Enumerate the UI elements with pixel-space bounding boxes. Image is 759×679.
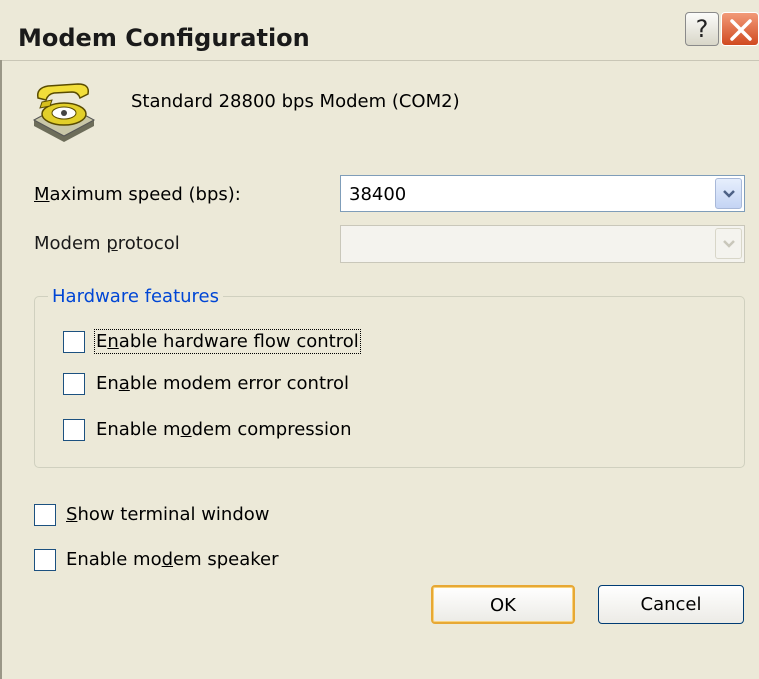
- help-icon: ?: [695, 15, 709, 43]
- modem-protocol-label-rest: rotocol: [117, 233, 180, 254]
- hw-flow-start: E: [96, 331, 108, 352]
- err-mnemonic: a: [118, 373, 130, 394]
- spk-rest: em speaker: [173, 549, 279, 570]
- modem-error-control-label[interactable]: Enable modem error control: [96, 373, 349, 394]
- telephone-modem-icon: [32, 83, 96, 142]
- modem-protocol-select: [340, 225, 745, 263]
- device-name: Standard 28800 bps Modem (COM2): [131, 91, 460, 112]
- modem-compression-checkbox[interactable]: [63, 419, 85, 441]
- max-speed-dropdown-button[interactable]: [715, 178, 742, 209]
- title-bar[interactable]: Modem Configuration ?: [0, 0, 759, 78]
- cancel-button[interactable]: Cancel: [598, 585, 744, 624]
- title-divider: [0, 60, 759, 61]
- max-speed-select[interactable]: 38400: [340, 175, 745, 212]
- comp-rest: dem compression: [191, 419, 352, 440]
- modem-protocol-label-start: Modem: [34, 233, 107, 254]
- modem-compression-label[interactable]: Enable modem compression: [96, 419, 351, 440]
- term-mnemonic: S: [66, 504, 78, 525]
- modem-error-control-checkbox[interactable]: [63, 373, 85, 395]
- hw-flow-rest: able hardware flow control: [118, 331, 359, 352]
- window-left-edge: [0, 60, 2, 679]
- close-icon: [730, 19, 752, 41]
- err-rest: ble modem error control: [129, 373, 350, 394]
- modem-protocol-label: Modem protocol: [34, 233, 180, 254]
- comp-mnemonic: o: [180, 419, 192, 440]
- show-terminal-window-label[interactable]: Show terminal window: [66, 504, 270, 525]
- hardware-flow-control-label[interactable]: Enable hardware flow control: [94, 329, 361, 354]
- modem-protocol-dropdown-button: [715, 228, 742, 259]
- hardware-features-title: Hardware features: [48, 286, 223, 307]
- chevron-down-icon: [723, 240, 735, 248]
- show-terminal-window-checkbox[interactable]: [34, 504, 56, 526]
- spk-mnemonic: d: [161, 549, 174, 570]
- hardware-flow-control-checkbox[interactable]: [63, 331, 85, 353]
- comp-start: Enable m: [96, 419, 181, 440]
- max-speed-value: 38400: [349, 184, 407, 205]
- chevron-down-icon: [723, 190, 735, 198]
- modem-speaker-label[interactable]: Enable modem speaker: [66, 549, 279, 570]
- max-speed-mnemonic: M: [34, 184, 50, 205]
- hw-flow-mnemonic: n: [107, 331, 119, 352]
- modem-configuration-dialog: Modem Configuration ? Standard 28800 bps…: [0, 0, 759, 679]
- ok-button[interactable]: OK: [431, 585, 575, 624]
- modem-protocol-mnemonic: p: [106, 233, 118, 254]
- err-start: En: [96, 373, 119, 394]
- max-speed-label: Maximum speed (bps):: [34, 184, 241, 205]
- spk-start: Enable mo: [66, 549, 162, 570]
- term-rest: how terminal window: [77, 504, 270, 525]
- dialog-title: Modem Configuration: [18, 24, 310, 52]
- help-button[interactable]: ?: [685, 12, 719, 46]
- close-button[interactable]: [721, 12, 759, 46]
- modem-speaker-checkbox[interactable]: [34, 549, 56, 571]
- max-speed-label-rest: aximum speed (bps):: [49, 184, 241, 205]
